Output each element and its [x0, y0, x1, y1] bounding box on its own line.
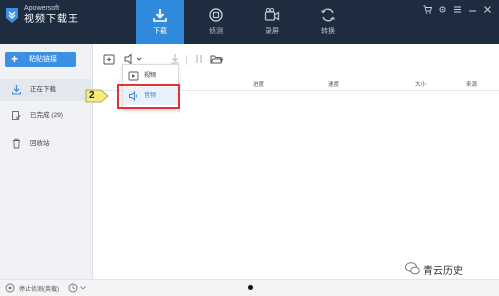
title-bar: Apowersoft 视频下载王 下载 侦测 录屏 转换 — [0, 0, 499, 44]
annotation-highlight-box — [117, 84, 180, 109]
toolbar-divider — [186, 55, 187, 65]
menu-item-label: 视频 — [144, 73, 157, 79]
column-speed[interactable]: 速度 — [328, 80, 339, 88]
record-icon — [264, 7, 280, 21]
paste-link-button[interactable]: + 粘贴链接 — [5, 52, 76, 67]
app-logo-icon — [6, 8, 18, 23]
paste-link-label: 粘贴链接 — [29, 56, 57, 63]
sidebar-item-trash[interactable]: 回收站 — [0, 133, 91, 155]
tab-detect-label: 侦测 — [209, 28, 223, 35]
wechat-icon — [405, 262, 420, 275]
add-task-icon[interactable] — [103, 53, 115, 65]
status-text: 停止侦测(英载) — [19, 287, 59, 293]
sidebar-item-downloading[interactable]: 正在下载 — [0, 79, 91, 101]
sidebar-item-label: 正在下载 — [30, 86, 56, 93]
brand-cn: 视频下载王 — [24, 14, 79, 25]
convert-icon — [321, 8, 335, 22]
menu-item-video[interactable]: 视频 — [123, 67, 178, 85]
video-icon — [128, 71, 139, 81]
close-icon[interactable] — [483, 5, 492, 14]
sidebar-item-label: 已完成 (29) — [30, 112, 63, 119]
chevron-down-icon[interactable] — [80, 286, 86, 290]
tab-download-label: 下载 — [153, 28, 167, 35]
brand-en: Apowersoft — [24, 5, 60, 12]
tab-convert[interactable]: 转换 — [304, 0, 352, 44]
detect-icon — [209, 8, 223, 22]
menu-icon[interactable] — [453, 5, 462, 14]
download-icon — [153, 9, 167, 22]
download-arrow-icon — [11, 85, 22, 95]
cart-icon[interactable] — [423, 5, 432, 14]
sidebar-item-completed[interactable]: 已完成 (29) — [0, 105, 91, 127]
clock-icon[interactable] — [68, 283, 78, 293]
plus-icon: + — [11, 52, 19, 66]
completed-icon — [12, 111, 21, 120]
minimize-icon[interactable] — [468, 5, 477, 14]
watermark-text: 青云历史 — [423, 266, 463, 277]
settings-icon[interactable] — [438, 5, 447, 14]
annotation-step-number: 2 — [89, 90, 95, 101]
tab-convert-label: 转换 — [321, 28, 335, 35]
detect-status-icon[interactable] — [5, 283, 15, 293]
column-size[interactable]: 大小 — [415, 80, 426, 88]
pause-icon[interactable] — [193, 53, 205, 65]
sidebar: + 粘贴链接 正在下载 已完成 (29) 回收站 — [0, 44, 93, 279]
window-controls — [423, 5, 493, 15]
column-source[interactable]: 来源 — [466, 80, 477, 88]
tab-record[interactable]: 录屏 — [248, 0, 296, 44]
trash-icon — [13, 138, 20, 149]
page-dot — [248, 285, 253, 290]
column-progress[interactable]: 进度 — [253, 80, 264, 88]
brand: Apowersoft 视频下载王 — [24, 5, 79, 25]
annotation-step-badge: 2 — [85, 89, 109, 103]
tab-download[interactable]: 下载 — [136, 0, 184, 44]
tab-detect[interactable]: 侦测 — [192, 0, 240, 44]
folder-icon[interactable] — [210, 53, 223, 65]
sidebar-item-label: 回收站 — [30, 140, 50, 147]
tab-record-label: 录屏 — [265, 28, 279, 35]
